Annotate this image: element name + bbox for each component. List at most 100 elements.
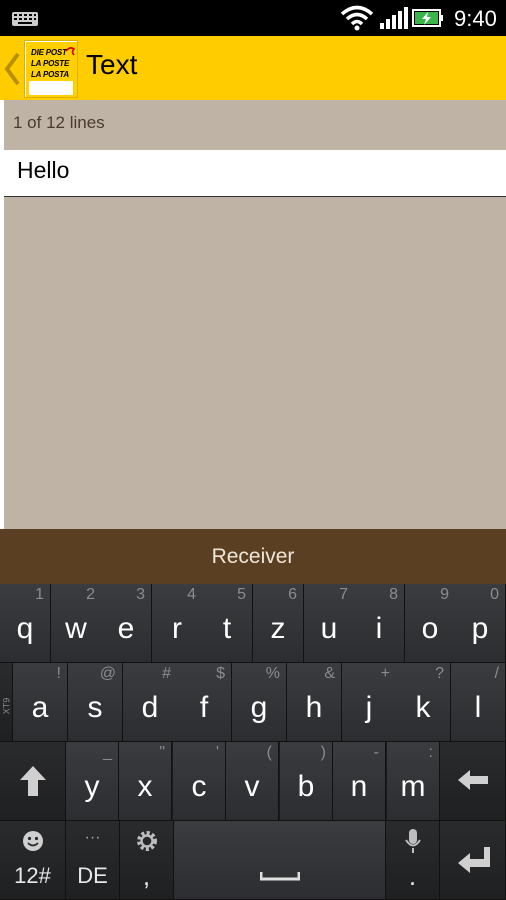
key-hint: @: [99, 665, 116, 682]
key-m[interactable]: :m: [387, 742, 440, 821]
logo-line-2: LA POSTE: [31, 59, 70, 68]
key-v[interactable]: (v: [226, 742, 279, 821]
key-label: l: [474, 691, 482, 724]
shift-arrow-icon: [20, 766, 46, 796]
space-bar-icon: [260, 872, 300, 881]
key-hint: ?: [435, 665, 444, 682]
key-label: j: [365, 691, 373, 724]
key-hint: 3: [136, 586, 145, 603]
app-logo[interactable]: DIE POST LA POSTE LA POSTA: [24, 40, 78, 98]
key-label: z: [270, 612, 286, 645]
key-label: s: [87, 691, 103, 724]
key-w[interactable]: 2w: [51, 584, 102, 663]
key-o[interactable]: 9o: [405, 584, 456, 663]
period-key[interactable]: .: [386, 821, 440, 900]
key-label: c: [191, 770, 207, 803]
key-g[interactable]: % g: [232, 663, 287, 742]
language-hint: ···: [84, 829, 101, 846]
key-e[interactable]: 3e: [101, 584, 152, 663]
key-c[interactable]: ' c: [173, 742, 226, 821]
key-label: o: [421, 612, 439, 645]
key-label: u: [320, 612, 338, 645]
smiley-icon: [23, 831, 43, 851]
key-hint: :: [428, 744, 433, 761]
logo-line-1: DIE POST: [31, 48, 67, 57]
key-hint: ): [320, 744, 326, 761]
key-label: q: [16, 612, 34, 645]
key-label: e: [117, 612, 135, 645]
soft-keyboard: XT9 12# ··· DE , . 1 q 2 w 3 e 4 r 5 t 6…: [0, 584, 506, 900]
back-chevron-icon[interactable]: [3, 52, 21, 86]
key-hint: 0: [490, 586, 499, 603]
key-a[interactable]: ! a: [13, 663, 68, 742]
key-f[interactable]: $ f: [177, 663, 232, 742]
key-hint: _: [103, 744, 112, 761]
backspace-key[interactable]: [440, 742, 506, 821]
key-hint: &: [324, 665, 335, 682]
key-n[interactable]: -n: [333, 742, 386, 821]
language-key[interactable]: ··· DE: [66, 821, 120, 900]
key-label: a: [31, 691, 49, 724]
key-d[interactable]: # d: [123, 663, 178, 742]
page-title: Text: [86, 49, 138, 80]
key-label: k: [415, 691, 431, 724]
key-u[interactable]: 7u: [304, 584, 355, 663]
key-s[interactable]: @ s: [68, 663, 123, 742]
shift-key[interactable]: [0, 742, 66, 821]
comma-label: ,: [142, 861, 151, 891]
key-label: w: [65, 612, 87, 645]
key-hint: 9: [440, 586, 449, 603]
enter-key[interactable]: [440, 821, 506, 900]
key-k[interactable]: ? k: [396, 663, 451, 742]
text-input-value: Hello: [17, 157, 70, 183]
key-i[interactable]: 8i: [354, 584, 405, 663]
status-time: 9:40: [454, 6, 497, 31]
enter-arrow-icon: [458, 847, 490, 873]
comma-key[interactable]: ,: [120, 821, 174, 900]
logo-white-bar: [29, 81, 73, 95]
wifi-icon: [340, 5, 374, 31]
text-input-field[interactable]: Hello: [4, 150, 506, 197]
key-h[interactable]: & h: [287, 663, 342, 742]
key-q[interactable]: 1q: [0, 584, 51, 663]
key-label: d: [141, 691, 159, 724]
key-z[interactable]: 6z: [253, 584, 304, 663]
key-l[interactable]: / l: [451, 663, 506, 742]
key-hint: +: [380, 665, 390, 682]
key-hint: 6: [288, 586, 297, 603]
key-hint: 7: [339, 586, 348, 603]
symbols-label: 12#: [14, 863, 51, 888]
key-label: t: [222, 612, 232, 645]
xt9-key[interactable]: XT9: [0, 663, 13, 742]
key-j[interactable]: + j: [342, 663, 397, 742]
backspace-arrow-icon: [458, 770, 488, 790]
post-horn-icon: [65, 47, 75, 56]
key-label: g: [250, 691, 268, 724]
space-key[interactable]: [174, 821, 386, 900]
key-label: p: [471, 612, 489, 645]
symbols-key[interactable]: 12#: [0, 821, 66, 900]
battery-charging-icon: [412, 9, 443, 27]
key-hint: #: [162, 665, 171, 682]
key-label: h: [305, 691, 323, 724]
key-label: i: [375, 612, 383, 645]
key-t[interactable]: 5t: [202, 584, 253, 663]
signal-icon: [380, 7, 408, 29]
key-label: m: [400, 770, 426, 803]
key-label: x: [137, 770, 153, 803]
key-b[interactable]: ) b: [280, 742, 333, 821]
key-p[interactable]: 0p: [455, 584, 506, 663]
key-hint: -: [373, 744, 379, 761]
logo-line-3: LA POSTA: [31, 70, 69, 79]
key-hint: ": [159, 744, 165, 761]
key-hint: 8: [389, 586, 398, 603]
key-y[interactable]: _ y: [66, 742, 119, 821]
key-r[interactable]: 4r: [152, 584, 203, 663]
key-label: b: [297, 770, 315, 803]
status-bar: 9:40: [0, 0, 506, 36]
receiver-button[interactable]: Receiver: [0, 529, 506, 584]
key-label: y: [84, 770, 100, 803]
language-label: DE: [77, 863, 108, 888]
key-x[interactable]: " x: [119, 742, 172, 821]
key-hint: $: [216, 665, 225, 682]
